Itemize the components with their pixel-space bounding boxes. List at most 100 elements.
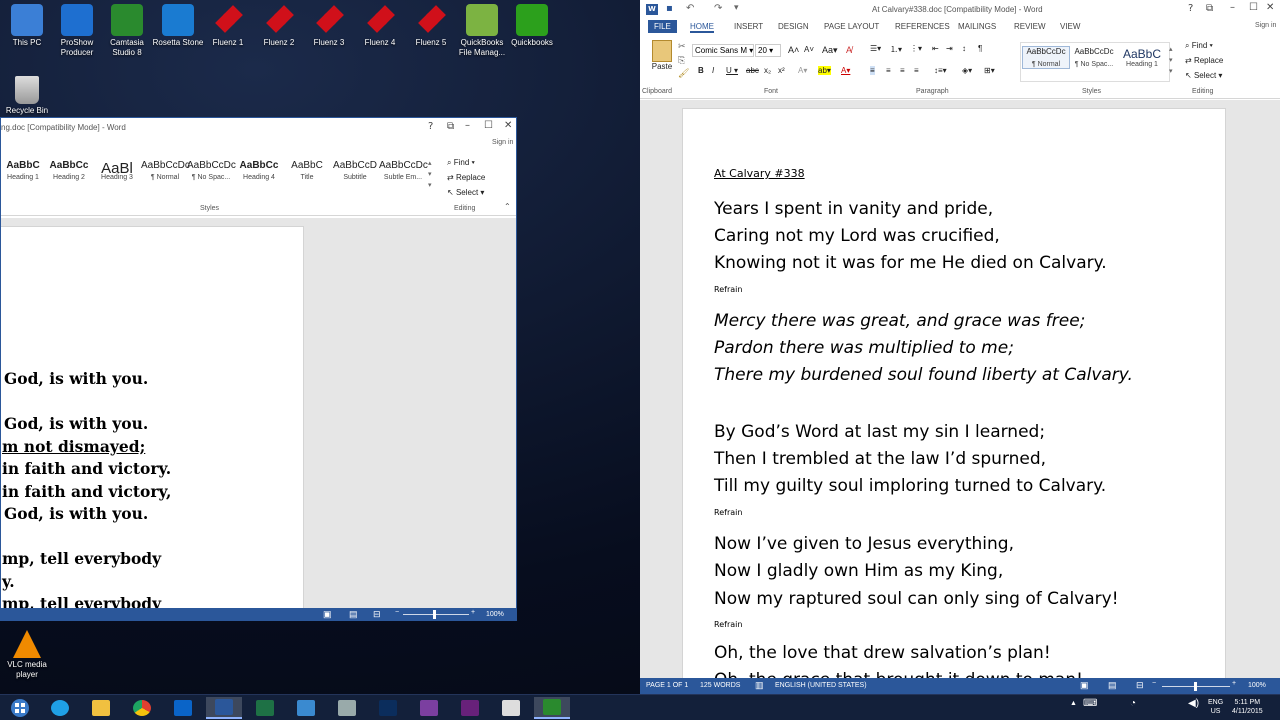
replace-button[interactable]: ⇄ Replace <box>1185 56 1223 65</box>
close-icon[interactable]: ✕ <box>504 120 512 131</box>
help-button[interactable]: ? <box>1188 3 1193 14</box>
style-gallery-item[interactable]: AaBbCcDc ¶ No Spac... <box>1071 47 1117 68</box>
proofing-icon[interactable]: ▥ <box>755 680 764 691</box>
underline-button[interactable]: U ▾ <box>726 66 738 75</box>
taskbar-photoshop[interactable] <box>370 697 406 719</box>
taskbar-ie[interactable] <box>42 697 78 719</box>
tab-references[interactable]: REFERENCES <box>895 22 950 31</box>
taskbar-explorer[interactable] <box>83 697 119 719</box>
tab-file[interactable]: FILE <box>648 20 677 33</box>
desktop-shortcut[interactable]: ProShow Producer <box>50 4 104 58</box>
increase-indent-button[interactable]: ⇥ <box>946 44 953 53</box>
highlight-button[interactable]: ab▾ <box>818 66 831 75</box>
document-page[interactable]: At Calvary #338 Years I spent in vanity … <box>682 108 1226 694</box>
styles-scroll-icon[interactable]: ▴ ▾ ▾ <box>1169 44 1173 77</box>
select-button[interactable]: ↖ Select ▾ <box>1185 71 1222 80</box>
cut-icon[interactable]: ✂ <box>678 42 686 52</box>
read-mode-icon[interactable]: ▣ <box>323 609 332 620</box>
style-gallery-item[interactable]: AaBbCcDc ¶ Normal <box>1022 46 1070 69</box>
tab-home[interactable]: HOME <box>690 22 714 33</box>
word-window-right[interactable]: W ▪ ↶ ↷ ▾ At Calvary#338.doc [Compatibil… <box>640 0 1280 694</box>
customize-qat-icon[interactable]: ▾ <box>734 3 739 13</box>
tab-mailings[interactable]: MAILINGS <box>958 22 996 31</box>
desktop-shortcut[interactable]: QuickBooks File Manag... <box>455 4 509 58</box>
decrease-indent-button[interactable]: ⇤ <box>932 44 939 53</box>
taskbar-visual-studio[interactable] <box>452 697 488 719</box>
text-effects-button[interactable]: A▾ <box>798 66 807 75</box>
page-count[interactable]: PAGE 1 OF 1 <box>646 682 688 689</box>
redo-icon[interactable]: ↷ <box>714 3 722 14</box>
style-gallery-item[interactable]: AaBbCc Heading 4 <box>235 160 283 181</box>
align-left-button[interactable]: ≡ <box>870 66 875 75</box>
close-icon[interactable]: ✕ <box>1266 2 1274 13</box>
style-gallery-item[interactable]: AaBbCcDc Subtle Em... <box>379 160 428 181</box>
document-page[interactable]: God, is with you. God, is with you. m not … <box>1 226 304 620</box>
sign-in-link[interactable]: Sign in <box>1255 22 1276 29</box>
volume-icon[interactable]: ◀) <box>1188 698 1199 709</box>
subscript-button[interactable]: x₂ <box>764 66 771 75</box>
minimize-icon[interactable]: – <box>465 120 470 131</box>
replace-button[interactable]: ⇄ Replace <box>447 173 485 182</box>
ribbon-display-icon[interactable]: ⧉ <box>447 121 454 132</box>
find-button[interactable]: ⌕ Find ▾ <box>1185 41 1213 51</box>
style-gallery-item[interactable]: AaBbCc Heading 2 <box>45 160 93 181</box>
style-gallery-item[interactable]: AaBbCcDc ¶ Normal <box>141 160 190 181</box>
zoom-slider[interactable] <box>403 610 469 619</box>
save-icon[interactable]: ▪ <box>666 3 673 14</box>
tab-page-layout[interactable]: PAGE LAYOUT <box>824 22 879 31</box>
font-color-button[interactable]: A▾ <box>841 66 850 75</box>
taskbar-chrome[interactable] <box>124 697 160 719</box>
multilevel-button[interactable]: ⋮▾ <box>910 44 922 53</box>
zoom-slider-thumb[interactable] <box>1194 682 1197 691</box>
vlc-shortcut[interactable]: VLC media player <box>0 630 54 680</box>
taskbar-excel[interactable] <box>247 697 283 719</box>
taskbar-onenote-like[interactable] <box>411 697 447 719</box>
taskbar-snipping[interactable] <box>493 697 529 719</box>
zoom-slider[interactable] <box>1162 682 1230 691</box>
style-gallery-item[interactable]: AaBbC Title <box>283 160 331 181</box>
desktop-shortcut[interactable]: Fluenz 2 <box>252 4 306 48</box>
desktop-shortcut[interactable]: Fluenz 1 <box>201 4 255 48</box>
taskbar-settings[interactable] <box>329 697 365 719</box>
tab-view[interactable]: VIEW <box>1060 22 1080 31</box>
desktop-shortcut[interactable]: Fluenz 5 <box>404 4 458 48</box>
language[interactable]: ENGLISH (UNITED STATES) <box>775 682 867 689</box>
taskbar-camtasia[interactable] <box>534 697 570 719</box>
bullets-button[interactable]: ☰▾ <box>870 44 881 53</box>
find-button[interactable]: ⌕ Find ▾ <box>447 158 475 168</box>
web-layout-icon[interactable]: ⊟ <box>1136 680 1144 691</box>
format-painter-icon[interactable]: 🖌 <box>678 69 689 79</box>
justify-button[interactable]: ≡ <box>914 66 919 75</box>
sign-in-link[interactable]: Sign in <box>492 139 513 146</box>
zoom-level[interactable]: 100% <box>1248 682 1266 689</box>
collapse-ribbon-icon[interactable]: ⌃ <box>504 202 511 211</box>
italic-button[interactable]: I <box>712 66 714 75</box>
taskbar-word[interactable] <box>206 697 242 719</box>
desktop-shortcut[interactable]: Quickbooks <box>505 4 559 48</box>
recycle-bin-shortcut[interactable]: Recycle Bin <box>0 76 54 116</box>
grow-font-button[interactable]: A˄ <box>788 45 799 55</box>
bold-button[interactable]: B <box>698 66 704 75</box>
font-name-select[interactable]: Comic Sans M ▾ <box>692 44 754 57</box>
style-gallery-item[interactable]: AaBbCcD Subtitle <box>331 160 379 181</box>
input-language[interactable]: ENG US <box>1208 698 1223 716</box>
line-spacing-button[interactable]: ↕≡▾ <box>934 66 947 75</box>
show-hidden-icons[interactable]: ▲ <box>1070 700 1077 707</box>
sort-button[interactable]: ↕ <box>962 44 966 53</box>
zoom-in-icon[interactable]: + <box>471 609 475 616</box>
help-button[interactable]: ? <box>428 121 433 132</box>
style-gallery-item[interactable]: AaBbC Heading 1 <box>1119 47 1165 68</box>
desktop-shortcut[interactable]: Rosetta Stone <box>151 4 205 48</box>
undo-icon[interactable]: ↶ <box>686 3 694 14</box>
word-count[interactable]: 125 WORDS <box>700 682 740 689</box>
tab-review[interactable]: REVIEW <box>1014 22 1046 31</box>
align-center-button[interactable]: ≡ <box>886 66 891 75</box>
change-case-button[interactable]: Aa▾ <box>822 45 838 56</box>
title-bar[interactable]: ng.doc [Compatibility Mode] - Word ? ⧉ –… <box>1 118 516 138</box>
desktop-shortcut[interactable]: This PC <box>0 4 54 48</box>
taskbar-outlook[interactable] <box>165 697 201 719</box>
maximize-icon[interactable]: ☐ <box>484 120 493 131</box>
copy-icon[interactable]: ⎘ <box>678 56 685 66</box>
select-button[interactable]: ↖ Select ▾ <box>447 188 484 197</box>
tab-design[interactable]: DESIGN <box>778 22 809 31</box>
